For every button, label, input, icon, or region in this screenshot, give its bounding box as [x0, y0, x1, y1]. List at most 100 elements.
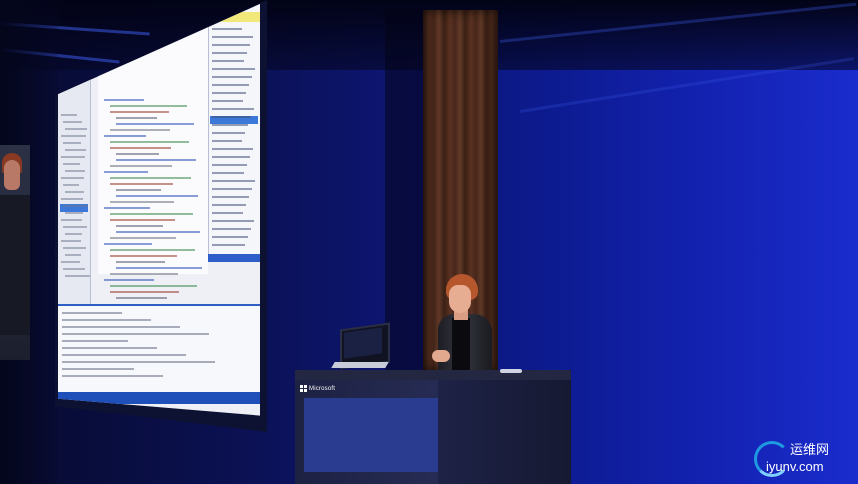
code-line	[110, 273, 178, 275]
code-line	[116, 261, 165, 263]
code-line	[110, 285, 197, 287]
solution-line	[212, 228, 251, 230]
code-line	[110, 105, 187, 107]
solution-line	[212, 28, 242, 30]
code-line	[116, 189, 161, 191]
solution-line	[212, 140, 242, 142]
solution-line	[212, 244, 245, 246]
windows-logo-icon	[300, 385, 307, 392]
code-line	[110, 165, 172, 167]
code-line	[116, 117, 157, 119]
solution-line	[212, 188, 252, 190]
solution-line	[212, 172, 244, 174]
solution-line	[212, 212, 243, 214]
output-line	[62, 375, 163, 377]
code-line	[104, 99, 144, 101]
microsoft-logo: Microsoft	[300, 385, 335, 392]
code-line	[116, 297, 167, 299]
code-line	[110, 255, 177, 257]
pillar-shadow	[385, 10, 425, 380]
watermark: 运维网 iyunv.com	[754, 437, 854, 479]
solution-line	[212, 84, 249, 86]
tree-line	[63, 184, 79, 186]
code-line	[104, 171, 148, 173]
solution-line	[212, 108, 254, 110]
speaker-body	[0, 195, 30, 335]
tree-line	[65, 191, 84, 193]
solution-line	[212, 76, 252, 78]
code-line	[110, 111, 169, 113]
output-pane	[58, 304, 260, 396]
code-line	[116, 159, 196, 161]
code-line	[110, 147, 171, 149]
tree-line	[63, 205, 88, 207]
code-line	[116, 123, 194, 125]
code-line	[104, 279, 154, 281]
solution-line	[212, 236, 248, 238]
code-line	[104, 135, 146, 137]
output-line	[62, 319, 151, 321]
tree-line	[63, 142, 81, 144]
solution-line	[212, 68, 255, 70]
pane-divider	[208, 254, 260, 262]
tree-line	[61, 135, 86, 137]
tree-line	[63, 247, 86, 249]
tree-line	[63, 226, 87, 228]
code-line	[110, 183, 173, 185]
tree-line	[61, 240, 81, 242]
tree-line	[65, 212, 83, 214]
code-line	[116, 195, 198, 197]
solution-line	[212, 164, 247, 166]
presenter-shirt	[452, 318, 470, 370]
podium-item	[500, 369, 522, 373]
solution-line	[212, 220, 254, 222]
solution-explorer-pane	[208, 4, 260, 254]
tree-line	[63, 268, 85, 270]
code-line	[110, 219, 175, 221]
code-line	[116, 153, 159, 155]
solution-line	[212, 52, 247, 54]
tree-line	[61, 156, 85, 158]
code-line	[110, 177, 191, 179]
output-line	[62, 361, 215, 363]
output-line	[62, 354, 186, 356]
solution-line	[212, 36, 253, 38]
code-line	[104, 243, 152, 245]
watermark-name: 运维网	[790, 443, 830, 458]
tree-line	[65, 254, 81, 256]
tree-line	[61, 198, 83, 200]
tree-line	[63, 163, 80, 165]
solution-line	[212, 92, 246, 94]
tree-line	[61, 114, 77, 116]
presenter-face	[449, 285, 471, 313]
tree-line	[61, 177, 84, 179]
podium-front-panel	[304, 398, 438, 472]
output-line	[62, 340, 128, 342]
solution-line	[212, 180, 255, 182]
solution-line	[212, 156, 250, 158]
code-line	[110, 141, 189, 143]
podium-side	[438, 380, 571, 484]
solution-line	[212, 124, 248, 126]
solution-line	[212, 60, 244, 62]
solution-line	[212, 44, 250, 46]
code-line	[110, 213, 193, 215]
tree-line	[65, 149, 86, 151]
tree-line	[63, 121, 82, 123]
tree-line	[65, 233, 82, 235]
code-line	[116, 231, 200, 233]
tree-line	[65, 170, 85, 172]
solution-line	[212, 132, 245, 134]
solution-line	[212, 100, 243, 102]
code-line	[116, 225, 163, 227]
solution-line	[212, 148, 253, 150]
solution-line	[212, 204, 246, 206]
code-line	[110, 249, 195, 251]
tree-line	[61, 261, 80, 263]
tree-line	[65, 128, 87, 130]
code-line	[104, 207, 150, 209]
output-line	[62, 347, 157, 349]
tree-line	[61, 219, 82, 221]
solution-line	[212, 116, 251, 118]
output-line	[62, 312, 122, 314]
